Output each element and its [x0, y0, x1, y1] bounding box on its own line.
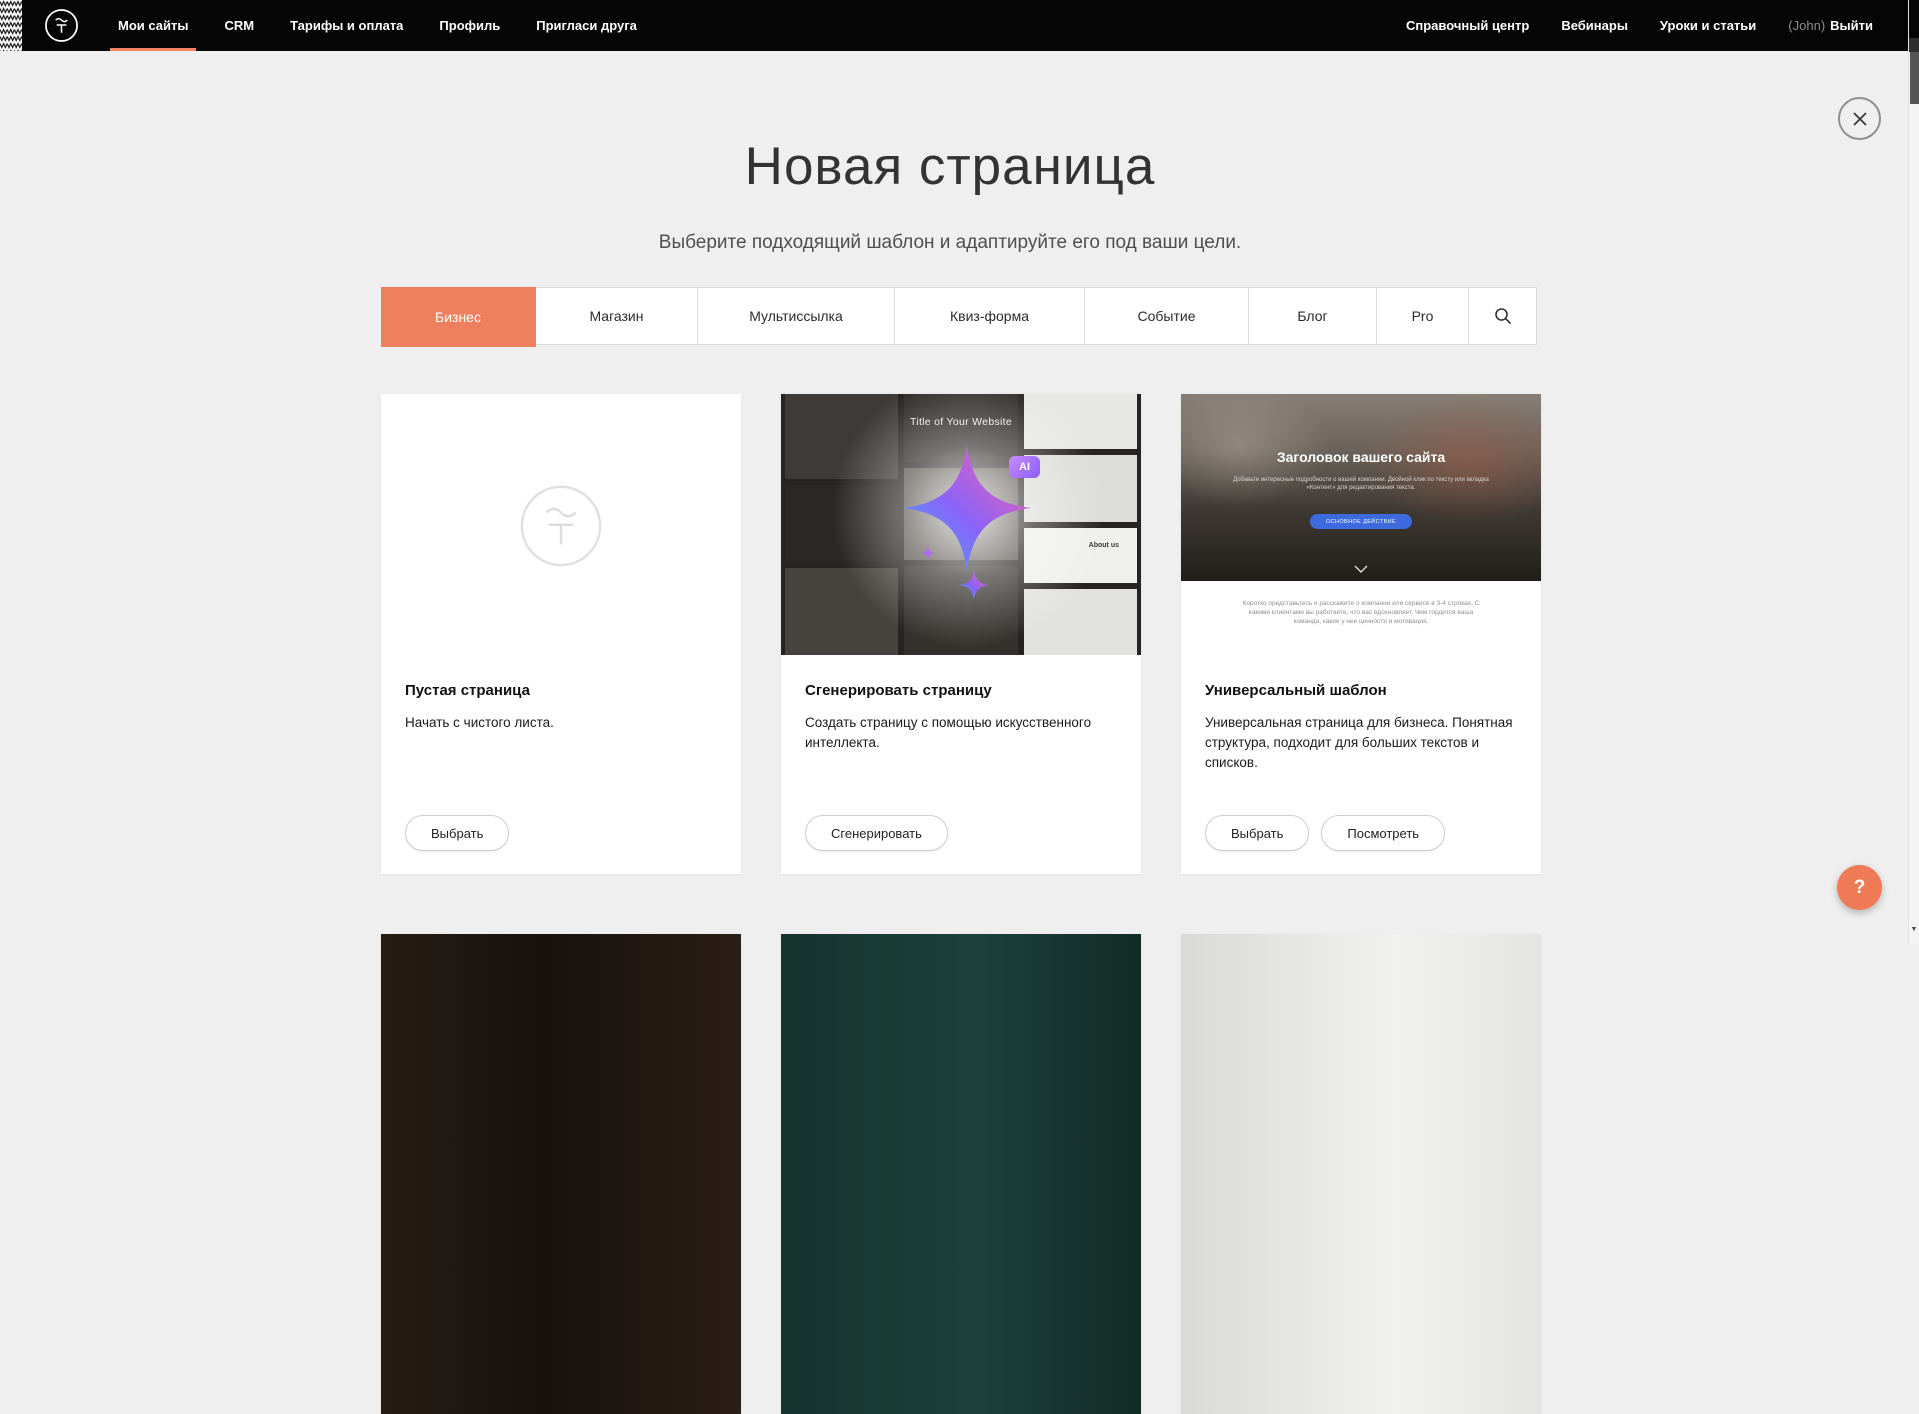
card-info: Сгенерировать страницу Создать страницу …: [805, 682, 1117, 753]
nav-help-center-label: Справочный центр: [1406, 18, 1529, 33]
nav-crm[interactable]: CRM: [224, 0, 254, 51]
card-actions: Сгенерировать: [805, 815, 948, 851]
nav-webinars[interactable]: Вебинары: [1561, 0, 1628, 51]
page-subtitle: Выберите подходящий шаблон и адаптируйте…: [0, 232, 1900, 254]
generate-button[interactable]: Сгенерировать: [805, 815, 948, 851]
nav-lessons[interactable]: Уроки и статьи: [1660, 0, 1756, 51]
template-card-partial[interactable]: [381, 934, 741, 1414]
template-hero: Заголовок вашего сайта Добавьте интересн…: [1181, 394, 1541, 581]
template-preview-image: [381, 934, 741, 1414]
search-icon: [1493, 306, 1513, 326]
top-navigation-bar: Мои сайты CRM Тарифы и оплата Профиль Пр…: [0, 0, 1919, 51]
scrollbar-header-cap: [1909, 0, 1919, 38]
tab-business[interactable]: Бизнес: [381, 287, 536, 347]
tab-multilink-label: Мультиссылка: [749, 308, 843, 324]
nav-invite-friend-label: Пригласи друга: [536, 18, 637, 33]
nav-invite-friend[interactable]: Пригласи друга: [536, 0, 637, 51]
nav-my-sites[interactable]: Мои сайты: [118, 0, 188, 51]
ai-preview-image: Title of Your Website About us AI: [781, 394, 1141, 655]
template-body-text: Коротко представьтесь и расскажите о ком…: [1242, 581, 1480, 626]
template-body: Коротко представьтесь и расскажите о ком…: [1181, 581, 1541, 661]
card-description: Создать страницу с помощью искусственног…: [805, 713, 1117, 753]
nav-lessons-label: Уроки и статьи: [1660, 18, 1756, 33]
card-info: Пустая страница Начать с чистого листа.: [405, 682, 717, 733]
card-blank-page[interactable]: Пустая страница Начать с чистого листа. …: [381, 394, 741, 874]
tab-search[interactable]: [1469, 288, 1536, 344]
choose-button[interactable]: Выбрать: [1205, 815, 1309, 851]
tab-blog-label: Блог: [1297, 308, 1327, 324]
collage-site-title: Title of Your Website: [781, 416, 1141, 428]
template-preview-image: [1181, 934, 1541, 1414]
template-card-partial[interactable]: [781, 934, 1141, 1414]
scrollbar-down-arrow[interactable]: ▼: [1909, 924, 1919, 936]
tab-store-label: Магазин: [589, 308, 643, 324]
tab-blog[interactable]: Блог: [1249, 288, 1377, 344]
nav-profile[interactable]: Профиль: [439, 0, 500, 51]
nav-profile-label: Профиль: [439, 18, 500, 33]
scrollbar-up-arrow[interactable]: [1909, 38, 1919, 52]
preview-button[interactable]: Посмотреть: [1321, 815, 1445, 851]
tab-multilink[interactable]: Мультиссылка: [698, 288, 895, 344]
template-hero-title: Заголовок вашего сайта: [1181, 449, 1541, 465]
nav-my-sites-label: Мои сайты: [118, 18, 188, 33]
nav-webinars-label: Вебинары: [1561, 18, 1628, 33]
tilda-watermark-icon: [517, 482, 605, 570]
card-universal-template[interactable]: Заголовок вашего сайта Добавьте интересн…: [1181, 394, 1541, 874]
tilda-logo-icon[interactable]: [44, 8, 79, 43]
template-hero-button: основное действие: [1310, 514, 1412, 529]
nav-help-center[interactable]: Справочный центр: [1406, 0, 1529, 51]
tab-quiz-form-label: Квиз-форма: [950, 308, 1029, 324]
chevron-down-icon: [1354, 560, 1368, 578]
choose-button[interactable]: Выбрать: [405, 815, 509, 851]
logout-label: Выйти: [1830, 18, 1873, 33]
template-hero-text: Добавьте интересные подробности о вашей …: [1231, 476, 1490, 492]
tab-store[interactable]: Магазин: [536, 288, 698, 344]
template-card-partial[interactable]: [1181, 934, 1541, 1414]
close-icon: [1852, 111, 1868, 127]
card-title: Универсальный шаблон: [1205, 682, 1517, 699]
card-ai-generate[interactable]: Title of Your Website About us AI Сгенер…: [781, 394, 1141, 874]
nav-crm-label: CRM: [224, 18, 254, 33]
tab-pro[interactable]: Pro: [1377, 288, 1469, 344]
tab-event[interactable]: Событие: [1085, 288, 1249, 344]
template-preview-image: [781, 934, 1141, 1414]
page-title: Новая страница: [0, 136, 1900, 197]
zigzag-decoration: [0, 0, 22, 51]
tab-event-label: Событие: [1138, 308, 1196, 324]
close-button[interactable]: [1838, 97, 1881, 140]
secondary-menu: Справочный центр Вебинары Уроки и статьи…: [1406, 0, 1873, 51]
collage-about-label: About us: [1089, 542, 1119, 549]
card-description: Начать с чистого листа.: [405, 713, 717, 733]
tab-quiz-form[interactable]: Квиз-форма: [895, 288, 1085, 344]
template-grid: Пустая страница Начать с чистого листа. …: [381, 394, 1541, 1414]
help-button[interactable]: ?: [1837, 865, 1882, 910]
nav-tariffs-label: Тарифы и оплата: [290, 18, 403, 33]
card-actions: Выбрать Посмотреть: [1205, 815, 1445, 851]
nav-logout[interactable]: (John) Выйти: [1788, 0, 1873, 51]
nav-tariffs[interactable]: Тарифы и оплата: [290, 0, 403, 51]
ai-badge: AI: [1009, 456, 1040, 478]
main-menu: Мои сайты CRM Тарифы и оплата Профиль Пр…: [118, 0, 637, 51]
scrollbar[interactable]: ▼: [1908, 0, 1919, 944]
tab-business-label: Бизнес: [435, 309, 481, 325]
template-preview-image: Заголовок вашего сайта Добавьте интересн…: [1181, 394, 1541, 661]
tab-pro-label: Pro: [1412, 308, 1434, 324]
template-category-tabs: Бизнес Магазин Мультиссылка Квиз-форма С…: [381, 287, 1537, 345]
card-actions: Выбрать: [405, 815, 509, 851]
card-info: Универсальный шаблон Универсальная стран…: [1205, 682, 1517, 773]
card-description: Универсальная страница для бизнеса. Поня…: [1205, 713, 1517, 773]
scrollbar-thumb[interactable]: [1910, 52, 1919, 104]
ai-star-small-icon: [959, 570, 989, 605]
card-title: Пустая страница: [405, 682, 717, 699]
user-name: (John): [1788, 18, 1825, 33]
ai-star-tiny-icon: [921, 546, 935, 565]
card-title: Сгенерировать страницу: [805, 682, 1117, 699]
